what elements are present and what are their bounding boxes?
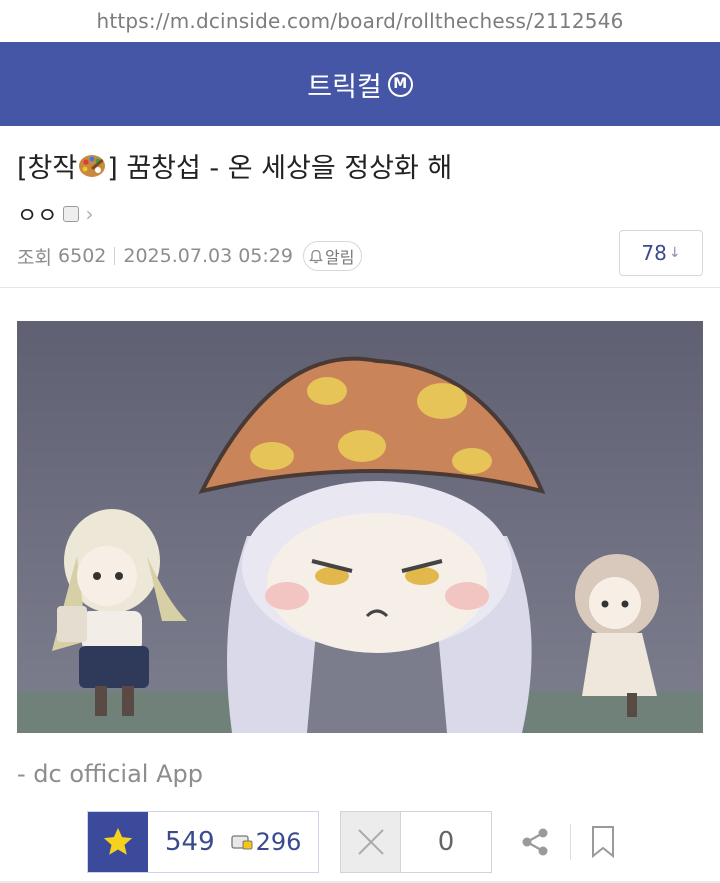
post-header: [창작 ] 꿈창섭 - 온 세상을 정상화 해 ㅇㅇ › 조회 6502 202… (0, 126, 720, 288)
downvote-button[interactable] (341, 812, 401, 872)
views-count: 6502 (58, 245, 107, 267)
author-info[interactable]: ㅇㅇ › (17, 198, 93, 230)
gallery-title[interactable]: 트릭컬 M (307, 65, 413, 104)
bookmark-icon (592, 826, 614, 859)
alarm-label: 알림 (324, 248, 355, 267)
bookmark-button[interactable] (588, 823, 618, 861)
downvote-count: 0 (437, 827, 455, 857)
comment-count: 78 (641, 241, 667, 265)
comment-count-button[interactable]: 78 ↓ (619, 230, 703, 276)
upvote-count: 549 (165, 827, 215, 857)
post-meta: 조회 6502 2025.07.03 05:29 알림 (17, 241, 363, 271)
post-title: [창작 ] 꿈창섭 - 온 세상을 정상화 해 (17, 146, 452, 185)
post-image[interactable] (17, 321, 703, 733)
post-datetime: 2025.07.03 05:29 (123, 245, 293, 267)
fixed-upvote: 296 (230, 828, 302, 856)
downvote-box: 0 (340, 811, 492, 873)
url-text: https://m.dcinside.com/board/rolltheches… (96, 9, 624, 33)
address-bar[interactable]: https://m.dcinside.com/board/rolltheches… (0, 0, 720, 42)
gallery-name: 트릭컬 (307, 71, 382, 103)
upvote-box: 549 296 (87, 811, 319, 873)
palette-emoji (79, 154, 106, 177)
action-divider (570, 824, 571, 860)
vote-bar: 549 296 0 (87, 811, 618, 873)
share-button[interactable] (518, 825, 552, 859)
chevron-right-icon: › (85, 202, 94, 226)
x-icon (357, 829, 384, 855)
alarm-button[interactable]: 알림 (302, 241, 363, 271)
author-nickname: ㅇㅇ (17, 204, 58, 229)
meta-divider (114, 247, 116, 265)
minor-gallery-badge: M (387, 71, 413, 97)
post-title-prefix: [창작 (17, 153, 78, 184)
comment-arrow-icon: ↓ (668, 245, 681, 261)
share-icon (522, 828, 548, 856)
star-icon (103, 827, 133, 855)
fixed-nick-icon (63, 206, 80, 222)
upvote-button[interactable] (88, 812, 148, 872)
source-signature: - dc official App (17, 760, 203, 788)
views-label: 조회 (17, 246, 52, 269)
post-title-text: ] 꿈창섭 - 온 세상을 정상화 해 (107, 153, 453, 184)
fixed-icon (230, 835, 253, 850)
mushroom-characters-illustration (17, 321, 703, 733)
gallery-header: 트릭컬 M (0, 42, 720, 126)
fixed-upvote-count: 296 (255, 828, 302, 856)
bell-icon (309, 249, 323, 263)
